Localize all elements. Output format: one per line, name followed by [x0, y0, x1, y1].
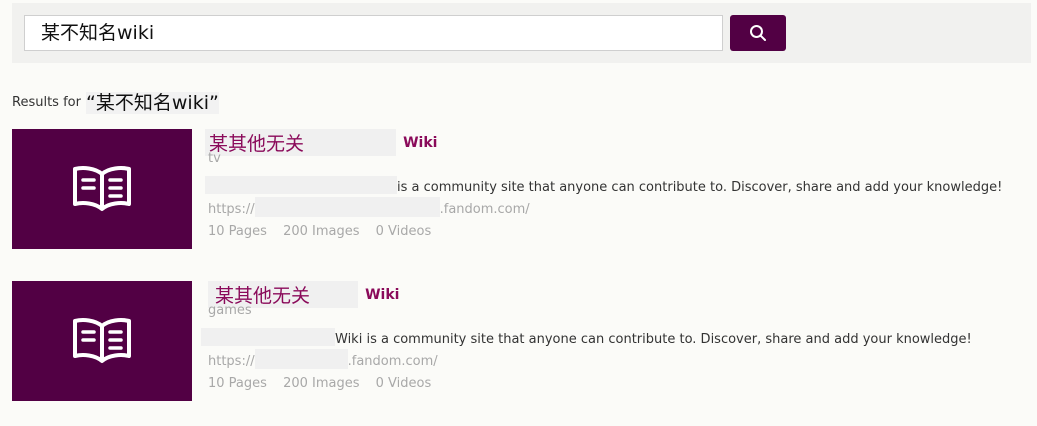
- pages-count: 10 Pages: [208, 224, 267, 239]
- result-card: 某其他无关 Wiki games Wiki is a community sit…: [12, 281, 1022, 401]
- search-input[interactable]: 某不知名wiki: [24, 15, 723, 51]
- url-prefix: https://: [208, 354, 255, 369]
- result-category: games: [208, 303, 252, 318]
- result-card: 某其他无关 Wiki tv is a community site that a…: [12, 129, 1022, 249]
- result-title-name[interactable]: 某其他无关: [205, 129, 396, 156]
- open-book-icon: [73, 318, 131, 363]
- redacted-text: [205, 176, 397, 194]
- result-description: Wiki is a community site that anyone can…: [201, 328, 972, 347]
- videos-count: 0 Videos: [375, 224, 432, 239]
- result-title-wiki[interactable]: Wiki: [403, 135, 437, 151]
- result-stats: 10 Pages 200 Images 0 Videos: [208, 224, 443, 239]
- result-title-wiki[interactable]: Wiki: [365, 287, 399, 303]
- search-button[interactable]: [730, 15, 786, 51]
- url-suffix: .fandom.com/: [439, 202, 530, 217]
- images-count: 200 Images: [283, 224, 360, 239]
- result-stats: 10 Pages 200 Images 0 Videos: [208, 376, 443, 391]
- pages-count: 10 Pages: [208, 376, 267, 391]
- result-description: is a community site that anyone can cont…: [205, 176, 1002, 195]
- search-icon: [750, 25, 766, 41]
- result-thumbnail[interactable]: [12, 129, 192, 249]
- open-book-icon: [73, 166, 131, 211]
- redacted-text: [254, 349, 348, 369]
- result-description-text: Wiki is a community site that anyone can…: [335, 332, 972, 347]
- search-bar: 某不知名wiki: [12, 3, 1031, 63]
- result-category: tv: [208, 151, 221, 166]
- result-url[interactable]: https:// .fandom.com/: [208, 197, 530, 217]
- result-thumbnail[interactable]: [12, 281, 192, 401]
- result-url[interactable]: https:// .fandom.com/: [208, 349, 438, 369]
- url-suffix: .fandom.com/: [347, 354, 438, 369]
- result-title[interactable]: 某其他无关 Wiki: [205, 129, 437, 156]
- url-prefix: https://: [208, 202, 255, 217]
- images-count: 200 Images: [283, 376, 360, 391]
- results-header: Results for “某不知名wiki”: [12, 88, 219, 115]
- redacted-text: [201, 328, 335, 346]
- redacted-text: [254, 197, 440, 217]
- results-label: Results for: [12, 95, 81, 110]
- results-query: “某不知名wiki”: [86, 92, 219, 114]
- result-description-text: is a community site that anyone can cont…: [397, 180, 1003, 195]
- videos-count: 0 Videos: [375, 376, 432, 391]
